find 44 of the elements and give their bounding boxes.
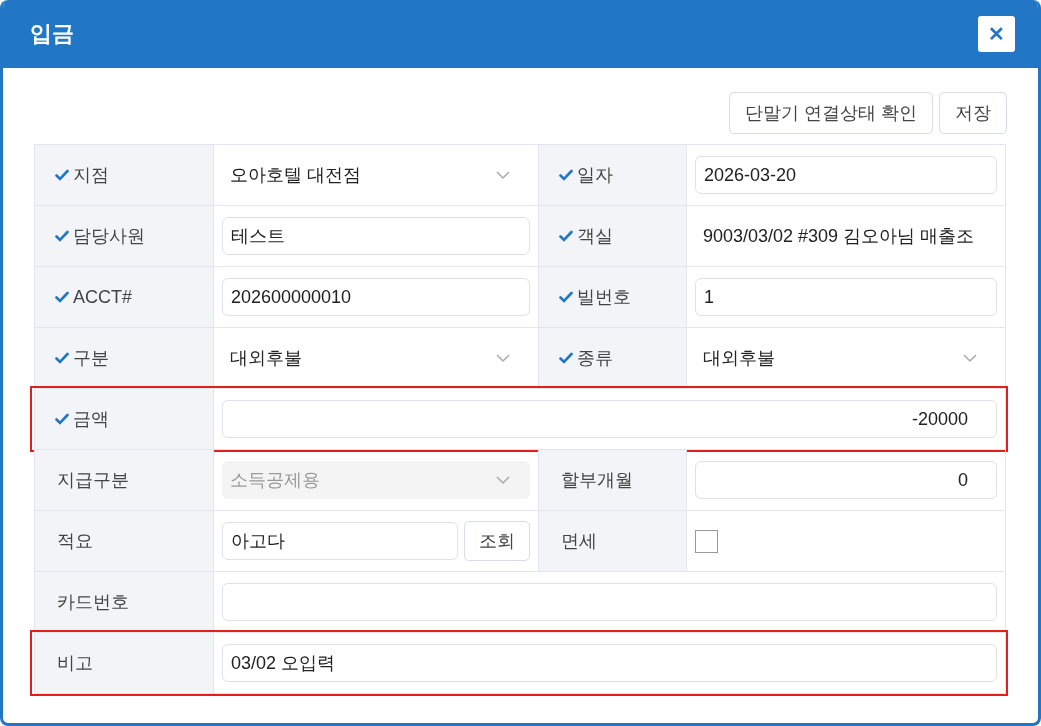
field-label: 객실 — [577, 225, 613, 248]
chevron-down-icon — [496, 353, 510, 363]
check-icon — [55, 413, 69, 425]
input-field[interactable]: 테스트 — [222, 217, 530, 255]
field-label: ACCT# — [73, 286, 132, 308]
number-field[interactable]: -20000 — [222, 400, 997, 438]
lookup-button[interactable]: 조회 — [464, 521, 530, 561]
input-field[interactable]: 202600000010 — [222, 278, 530, 316]
field-label: 비고 — [57, 652, 93, 675]
input-field[interactable]: 아고다 — [222, 522, 458, 560]
input-field[interactable]: 1 — [695, 278, 997, 316]
field-label: 카드번호 — [57, 591, 129, 614]
field-label: 종류 — [577, 347, 613, 370]
field-label: 일자 — [577, 164, 613, 187]
toolbar-button[interactable]: 저장 — [939, 92, 1007, 134]
number-field[interactable]: 0 — [695, 461, 997, 499]
chevron-down-icon — [963, 353, 977, 363]
chevron-down-icon — [496, 170, 510, 180]
checkbox[interactable] — [695, 529, 718, 553]
chevron-down-icon — [496, 475, 510, 485]
input-field[interactable]: 2026-03-20 — [695, 156, 997, 194]
toolbar-button[interactable]: 단말기 연결상태 확인 — [729, 92, 933, 134]
field-label: 금액 — [73, 408, 109, 431]
check-icon — [559, 291, 573, 303]
check-icon — [55, 169, 69, 181]
check-icon — [559, 230, 573, 242]
field-label: 면세 — [561, 530, 597, 553]
field-label: 지급구분 — [57, 469, 129, 492]
check-icon — [559, 352, 573, 364]
check-icon — [55, 352, 69, 364]
room-text: 9003/03/02 #309 김오아님 매출조 — [702, 225, 975, 248]
input-field[interactable]: 03/02 오입력 — [222, 644, 997, 682]
field-label: 구분 — [73, 347, 109, 370]
field-label: 담당사원 — [73, 225, 145, 248]
input-field[interactable] — [222, 583, 997, 621]
field-label: 빌번호 — [577, 286, 631, 309]
check-icon — [559, 169, 573, 181]
field-label: 할부개월 — [561, 469, 633, 492]
field-label: 적요 — [57, 530, 93, 553]
field-label: 지점 — [73, 164, 109, 187]
close-button[interactable]: ✕ — [978, 16, 1015, 52]
check-icon — [55, 230, 69, 242]
check-icon — [55, 291, 69, 303]
dialog-title: 입금 — [30, 20, 74, 48]
